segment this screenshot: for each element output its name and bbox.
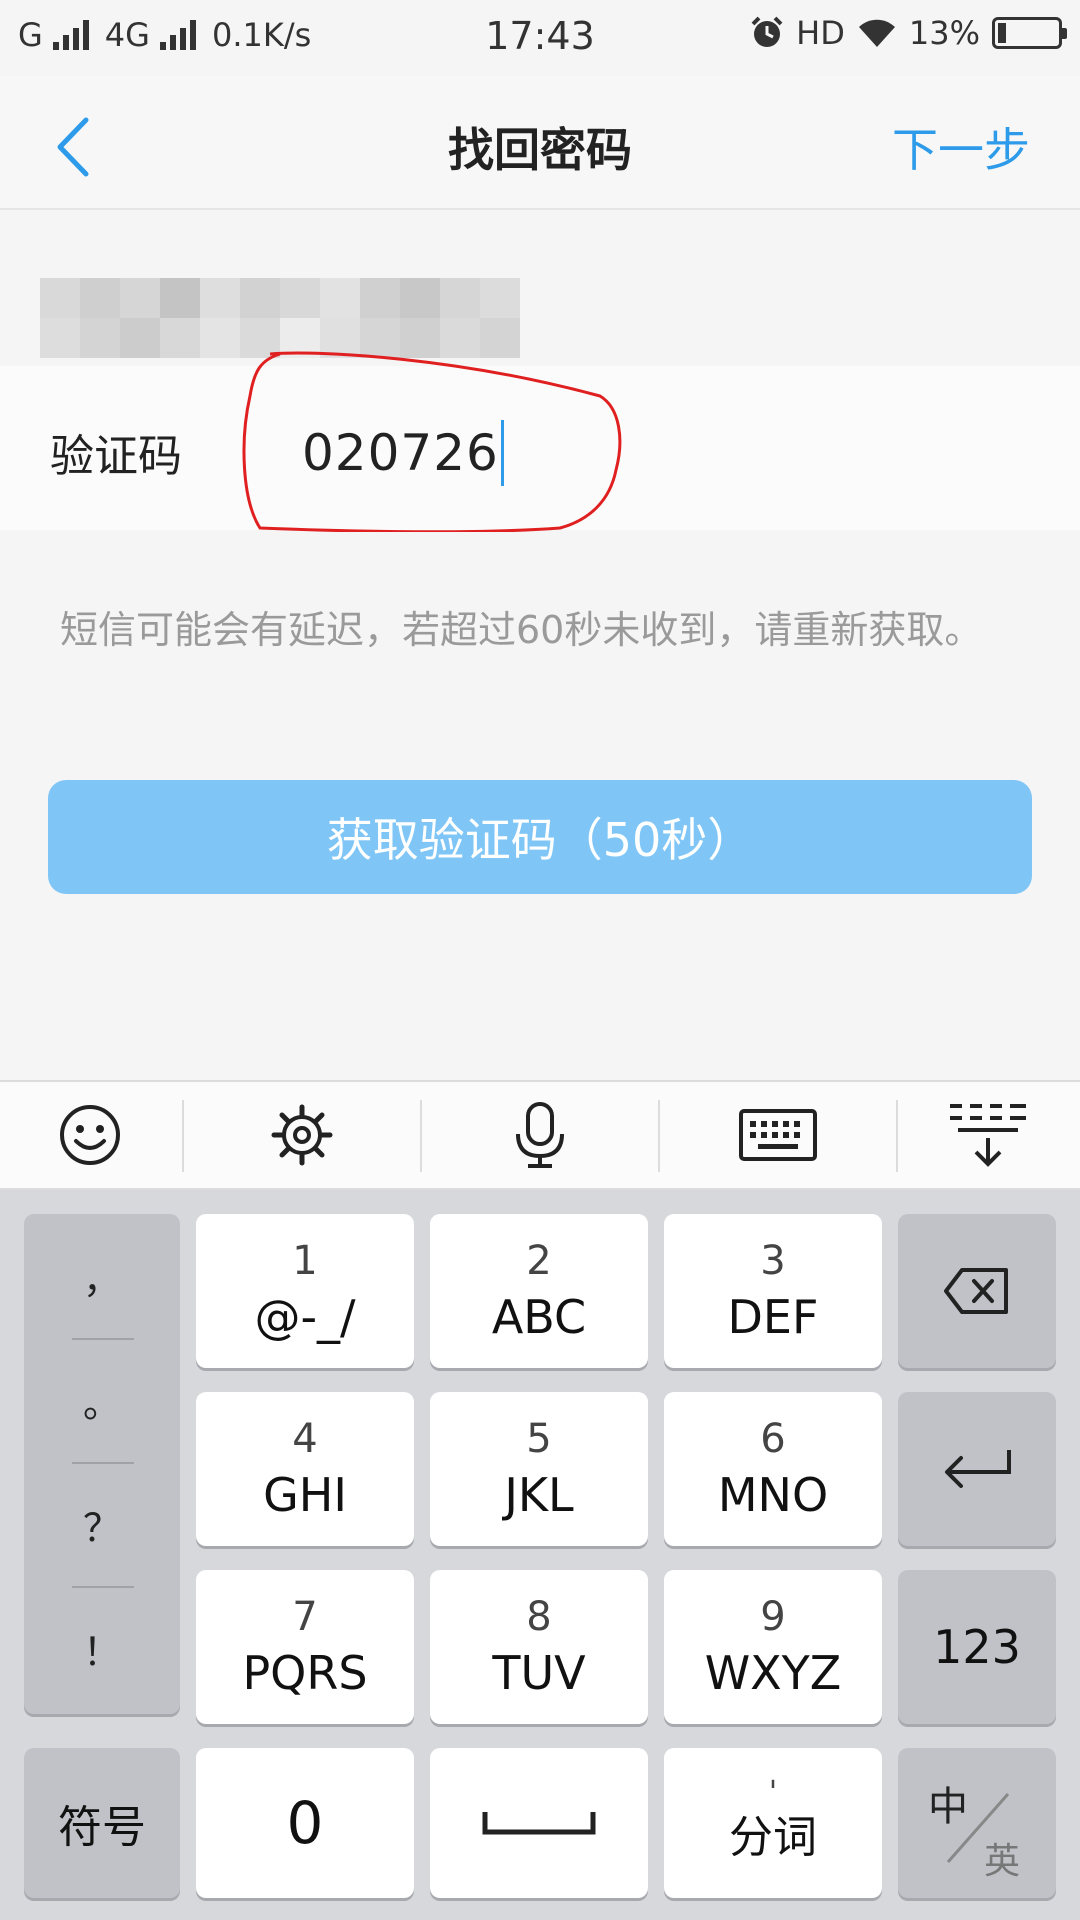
key-letters: MNO <box>717 1468 829 1522</box>
key-number: 5 <box>526 1416 552 1462</box>
language-switch-key[interactable]: 中 英 <box>898 1748 1056 1898</box>
key-letters: JKL <box>504 1468 574 1522</box>
voice-input-button[interactable] <box>422 1082 658 1188</box>
segment-key-label: 分词 <box>729 1812 817 1863</box>
key-letters: TUV <box>492 1646 586 1700</box>
punct-key-exclaim[interactable]: ！ <box>24 1586 180 1710</box>
emoji-icon <box>60 1105 120 1165</box>
key-number: 8 <box>526 1594 552 1640</box>
key-letters: ABC <box>491 1290 587 1344</box>
key-letters: PQRS <box>242 1646 368 1700</box>
code-input[interactable]: 020726 <box>302 420 504 486</box>
key-1[interactable]: 1 @-_/ <box>196 1214 414 1368</box>
sms-delay-hint: 短信可能会有延迟，若超过60秒未收到，请重新获取。 <box>60 608 983 652</box>
key-5[interactable]: 5 JKL <box>430 1392 648 1546</box>
numbers-key[interactable]: 123 <box>898 1570 1056 1724</box>
phone-number-row <box>0 212 1080 364</box>
collapse-keyboard-icon <box>950 1104 1026 1167</box>
key-letters: GHI <box>263 1468 347 1522</box>
text-caret <box>500 420 504 486</box>
enter-key[interactable] <box>898 1392 1056 1546</box>
key-9[interactable]: 9 WXYZ <box>664 1570 882 1724</box>
next-step-button[interactable]: 下一步 <box>892 114 1030 180</box>
wifi-icon <box>858 19 895 47</box>
key-number: 6 <box>760 1416 786 1462</box>
key-letters: @-_/ <box>254 1290 356 1344</box>
key-0[interactable]: 0 <box>196 1748 414 1898</box>
punctuation-column[interactable]: ， 。 ？ ！ <box>24 1214 180 1714</box>
status-bar: G 4G 0.1K/s 17:43 HD 13% <box>0 0 1080 76</box>
code-label: 验证码 <box>50 431 182 482</box>
punct-key-question[interactable]: ？ <box>24 1462 180 1586</box>
key-number: 7 <box>292 1594 318 1640</box>
key-2[interactable]: 2 ABC <box>430 1214 648 1368</box>
key-8[interactable]: 8 TUV <box>430 1570 648 1724</box>
key-7[interactable]: 7 PQRS <box>196 1570 414 1724</box>
verification-code-row: 验证码 020726 <box>0 366 1080 530</box>
battery-percent: 13% <box>908 14 980 52</box>
segment-key[interactable]: ' 分词 <box>664 1748 882 1898</box>
alarm-icon <box>751 16 783 47</box>
t9-keyboard: ， 。 ？ ！ 1 @-_/ 2 ABC 3 DEF 4 GHI 5 JKL 6… <box>0 1190 1080 1920</box>
keyboard-switch-button[interactable] <box>660 1082 896 1188</box>
punct-key-comma[interactable]: ， <box>24 1214 180 1338</box>
hd-label: HD <box>796 14 845 52</box>
get-code-button[interactable]: 获取验证码（50秒） <box>48 780 1032 894</box>
code-input-value: 020726 <box>302 424 499 482</box>
enter-icon <box>945 1450 1011 1488</box>
segment-key-apostrophe: ' <box>768 1775 778 1810</box>
backspace-key[interactable] <box>898 1214 1056 1368</box>
keyboard-toolbar <box>0 1080 1080 1190</box>
space-key[interactable] <box>430 1748 648 1898</box>
key-number: 4 <box>292 1416 318 1462</box>
settings-button[interactable] <box>184 1082 420 1188</box>
settings-icon <box>271 1104 333 1166</box>
backspace-icon <box>944 1268 1008 1314</box>
key-number: 9 <box>760 1594 786 1640</box>
key-6[interactable]: 6 MNO <box>664 1392 882 1546</box>
keyboard-icon <box>739 1109 817 1161</box>
punct-key-period[interactable]: 。 <box>24 1338 180 1462</box>
key-4[interactable]: 4 GHI <box>196 1392 414 1546</box>
key-letters: DEF <box>727 1290 819 1344</box>
symbols-key[interactable]: 符号 <box>24 1748 180 1898</box>
key-letters: WXYZ <box>704 1646 842 1700</box>
microphone-icon <box>516 1102 564 1168</box>
collapse-keyboard-button[interactable] <box>870 1082 1080 1188</box>
key-number: 2 <box>526 1238 552 1284</box>
key-number: 1 <box>292 1238 318 1284</box>
blurred-phone-number <box>40 278 520 358</box>
battery-icon <box>992 17 1067 49</box>
lang-key-english: 英 <box>984 1841 1021 1882</box>
space-icon <box>482 1812 596 1835</box>
status-right: HD 13% <box>750 14 1067 52</box>
key-3[interactable]: 3 DEF <box>664 1214 882 1368</box>
emoji-button[interactable] <box>0 1082 208 1188</box>
key-number: 3 <box>760 1238 786 1284</box>
nav-header: 找回密码 下一步 <box>0 76 1080 210</box>
